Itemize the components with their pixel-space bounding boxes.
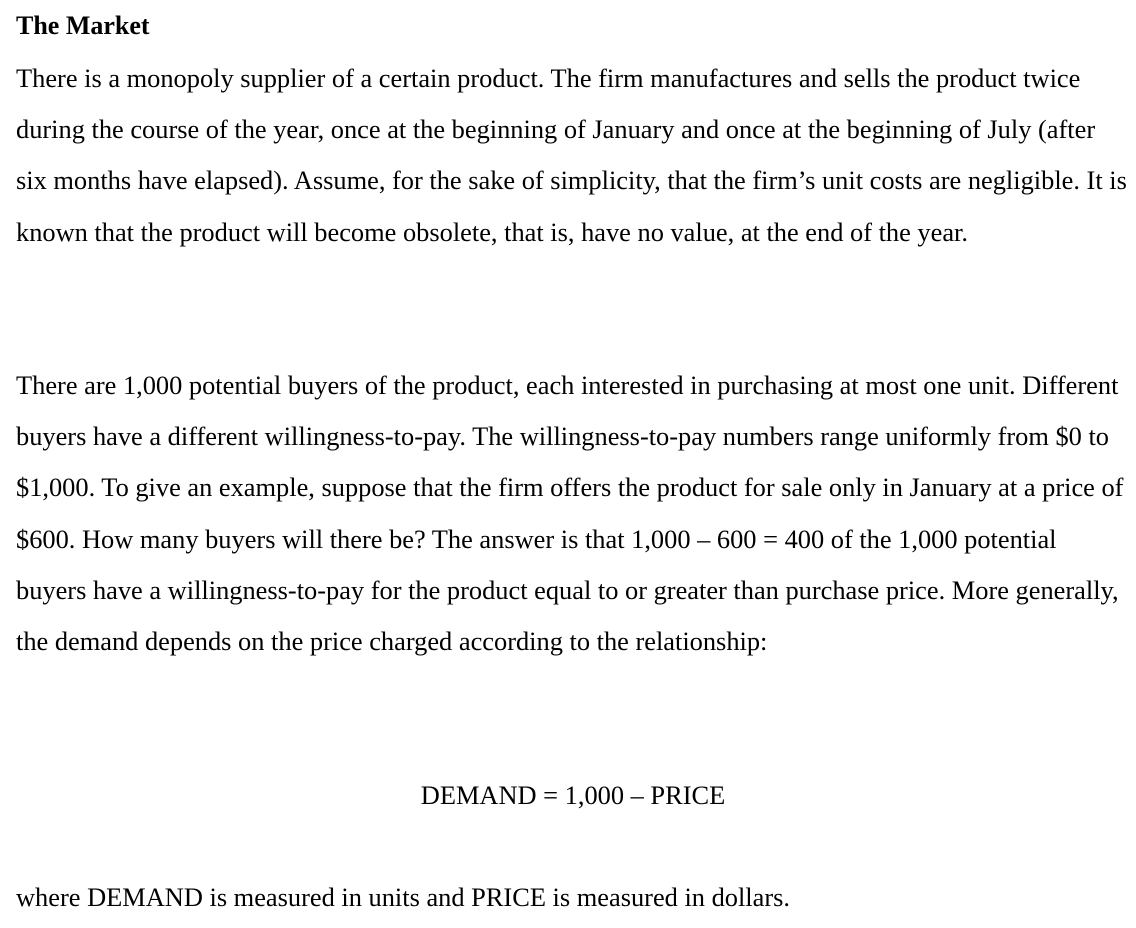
paragraph-buyers-description: There are 1,000 potential buyers of the … [16,370,1124,657]
demand-formula: DEMAND = 1,000 – PRICE [420,780,726,810]
paragraph-market-description: There is a monopoly supplier of a certai… [16,63,1127,247]
section-heading: The Market [16,11,150,40]
paragraph-units-note: where DEMAND is measured in units and PR… [16,882,791,912]
